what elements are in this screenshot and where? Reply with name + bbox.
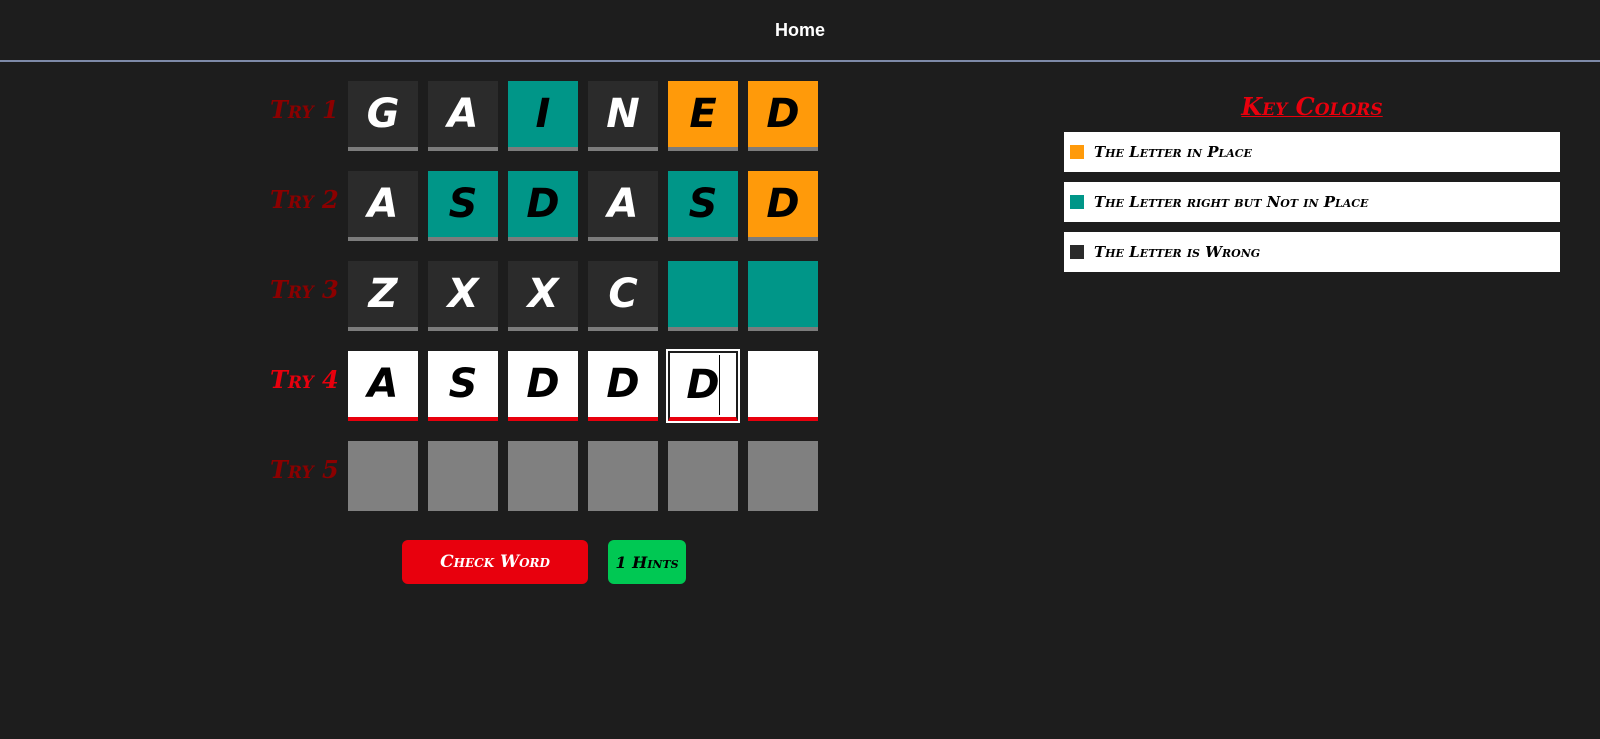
tile-letter: G: [366, 91, 400, 137]
key-colors-title: Key Colors: [1241, 92, 1383, 121]
tile-letter: D: [526, 181, 560, 227]
top-nav: Home: [0, 0, 1600, 62]
row-label: Try 5: [270, 455, 339, 484]
board-row-try-2: Try 2 A S D A S D: [260, 171, 820, 242]
legend-item-label: The Letter in Place: [1094, 143, 1252, 161]
letter-input[interactable]: D: [666, 349, 740, 423]
letter-tile: N: [588, 81, 658, 151]
tile-letter: A: [607, 181, 639, 227]
letter-tile: D: [508, 171, 578, 241]
tile-letter: D: [766, 91, 800, 137]
letter-tile: D: [748, 81, 818, 151]
home-link[interactable]: Home: [775, 20, 825, 41]
tile-letter: A: [447, 91, 479, 137]
letter-tile: G: [348, 81, 418, 151]
tile-letter: S: [688, 181, 718, 227]
letter-tile: C: [588, 261, 658, 331]
tile-letter: D: [606, 361, 640, 407]
board-row-try-4: Try 4ASDDD: [260, 349, 820, 423]
letter-tile: [748, 441, 818, 511]
board-row-try-5: Try 5: [260, 441, 820, 512]
legend-item-right-not-in-place: The Letter right but Not in Place: [1064, 182, 1560, 222]
tile-letter: X: [527, 271, 559, 317]
letter-tile: [668, 261, 738, 331]
board-row-try-1: Try 1 G A I N E D: [260, 81, 820, 152]
teal-swatch: [1070, 195, 1084, 209]
letter-input[interactable]: D: [588, 351, 658, 421]
letter-tile: S: [668, 171, 738, 241]
row-label: Try 2: [270, 185, 339, 214]
letter-tile: X: [508, 261, 578, 331]
tile-letter: S: [448, 181, 478, 227]
letter-input[interactable]: A: [348, 351, 418, 421]
letter-tile: [508, 441, 578, 511]
letter-tile: D: [748, 171, 818, 241]
letter-tile: X: [428, 261, 498, 331]
tile-letter: E: [689, 91, 717, 137]
board-row-try-3: Try 3 Z X X C: [260, 261, 820, 332]
letter-tile: [668, 441, 738, 511]
letter-tile: [748, 261, 818, 331]
tile-letter: D: [526, 361, 560, 407]
dark-swatch: [1070, 245, 1084, 259]
key-colors-panel: Key Colors The Letter in Place The Lette…: [1064, 92, 1560, 282]
tile-letter: A: [367, 361, 399, 407]
letter-input[interactable]: D: [508, 351, 578, 421]
letter-tile: [428, 441, 498, 511]
legend-item-in-place: The Letter in Place: [1064, 132, 1560, 172]
tile-letter: A: [367, 181, 399, 227]
row-label: Try 1: [270, 95, 339, 124]
legend-item-label: The Letter is Wrong: [1094, 243, 1261, 261]
tile-letter: Z: [368, 271, 398, 317]
letter-tile: [588, 441, 658, 511]
letter-tile: S: [428, 171, 498, 241]
check-word-button[interactable]: Check Word: [402, 540, 588, 584]
legend-item-wrong: The Letter is Wrong: [1064, 232, 1560, 272]
letter-tile: A: [348, 171, 418, 241]
row-label: Try 4: [270, 365, 339, 394]
letter-tile: A: [588, 171, 658, 241]
row-label: Try 3: [270, 275, 339, 304]
tile-letter: S: [448, 361, 478, 407]
tile-letter: D: [686, 362, 720, 408]
letter-tile: I: [508, 81, 578, 151]
letter-input[interactable]: [748, 351, 818, 421]
tile-letter: C: [608, 271, 638, 317]
letter-tile: A: [428, 81, 498, 151]
orange-swatch: [1070, 145, 1084, 159]
hints-button[interactable]: 1 Hints: [608, 540, 686, 584]
tile-letter: X: [447, 271, 479, 317]
legend-item-label: The Letter right but Not in Place: [1094, 193, 1369, 211]
text-caret: [719, 355, 720, 415]
letter-input[interactable]: S: [428, 351, 498, 421]
tile-letter: D: [766, 181, 800, 227]
letter-tile: Z: [348, 261, 418, 331]
letter-tile: [348, 441, 418, 511]
tile-letter: N: [606, 91, 640, 137]
letter-tile: E: [668, 81, 738, 151]
tile-letter: I: [535, 91, 551, 137]
